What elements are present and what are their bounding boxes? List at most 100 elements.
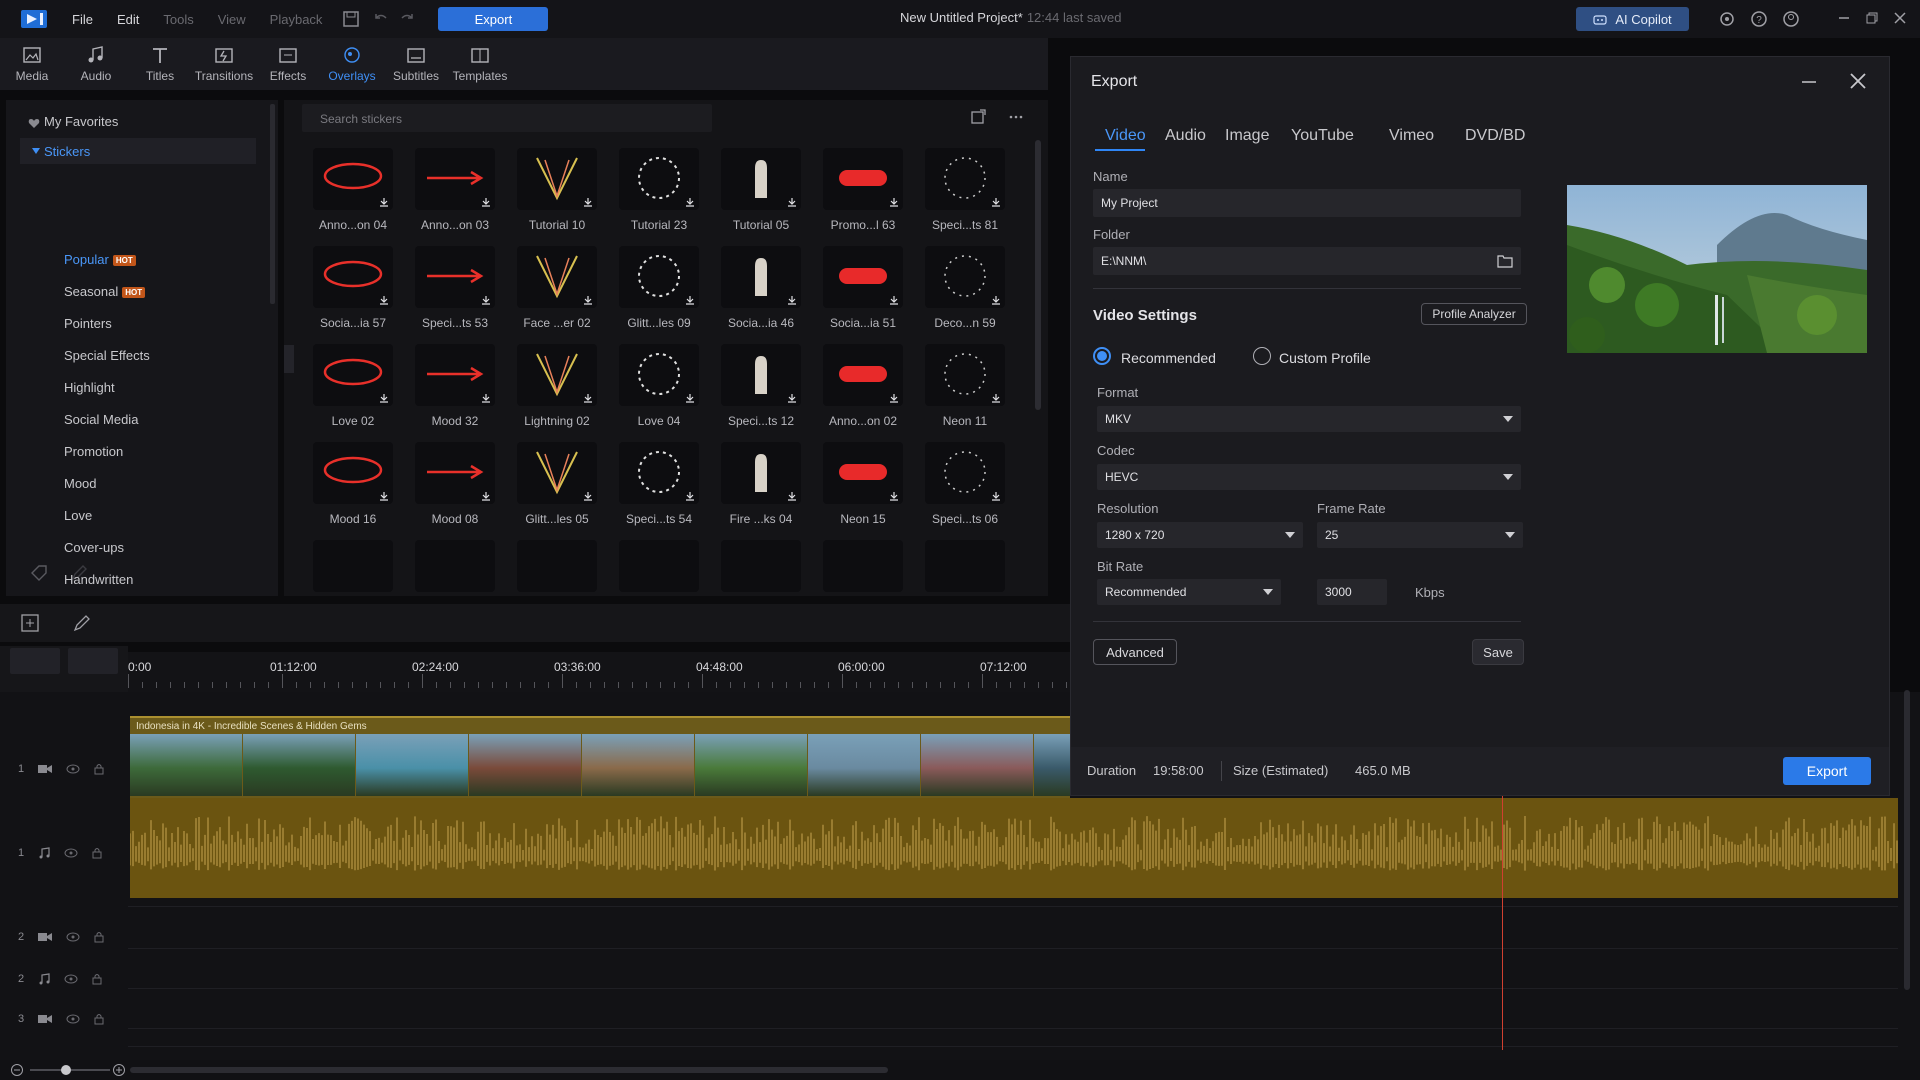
download-icon[interactable]: [481, 295, 491, 305]
tab-youtube[interactable]: YouTube: [1291, 127, 1354, 145]
playhead[interactable]: [1502, 796, 1503, 1050]
timeline-ruler[interactable]: 0:00 01:12:00 02:24:00 03:36:00 04:48:00 06:0…: [128, 652, 1072, 692]
lock-icon[interactable]: [94, 763, 104, 775]
custom-profile-radio[interactable]: [1253, 347, 1271, 365]
sticker-item[interactable]: Anno...on 03: [410, 148, 500, 244]
download-icon[interactable]: [889, 295, 899, 305]
download-icon[interactable]: [379, 491, 389, 501]
tab-templates[interactable]: Templates: [448, 38, 512, 90]
tab-transitions[interactable]: Transitions: [192, 38, 256, 90]
timeline-vscrollbar[interactable]: [1904, 690, 1910, 990]
import-icon[interactable]: [970, 109, 986, 125]
sidebar-item-mood[interactable]: Mood: [64, 476, 97, 491]
sticker-item[interactable]: Deco...n 59: [920, 246, 1010, 342]
name-input[interactable]: My Project: [1093, 189, 1521, 217]
sidebar-item-popular[interactable]: Popular HOT: [64, 252, 136, 267]
track-header-video[interactable]: 3: [0, 1002, 128, 1036]
lock-icon[interactable]: [94, 1013, 104, 1025]
lock-icon[interactable]: [94, 931, 104, 943]
timeline-hscrollbar[interactable]: [130, 1067, 888, 1073]
gear-icon[interactable]: [1718, 10, 1736, 28]
tab-vimeo[interactable]: Vimeo: [1389, 127, 1434, 145]
collapse-sidebar-handle[interactable]: [284, 345, 294, 373]
sidebar-item-social-media[interactable]: Social Media: [64, 412, 138, 427]
zoom-slider-handle[interactable]: [61, 1065, 71, 1075]
zoom-out-icon[interactable]: [10, 1063, 24, 1077]
download-icon[interactable]: [379, 393, 389, 403]
sticker-item[interactable]: Mood 08: [410, 442, 500, 538]
sticker-item[interactable]: Neon 11: [920, 344, 1010, 440]
close-dialog-icon[interactable]: [1848, 71, 1868, 91]
close-app-icon[interactable]: [1892, 10, 1908, 26]
save-button[interactable]: Save: [1472, 639, 1524, 665]
sticker-item[interactable]: Tutorial 23: [614, 148, 704, 244]
add-tag-icon[interactable]: [30, 564, 48, 582]
download-icon[interactable]: [379, 197, 389, 207]
sticker-item[interactable]: Face ...er 02: [512, 246, 602, 342]
folder-input[interactable]: E:\NNM\: [1093, 247, 1521, 275]
speaker-icon[interactable]: [64, 974, 78, 984]
sticker-item[interactable]: Glitt...les 09: [614, 246, 704, 342]
folder-open-icon[interactable]: [1497, 254, 1513, 268]
menu-file[interactable]: File: [72, 12, 93, 27]
bitrate-input[interactable]: 3000: [1317, 579, 1387, 605]
my-favorites[interactable]: My Favorites: [44, 114, 118, 129]
eye-icon[interactable]: [66, 932, 80, 942]
download-icon[interactable]: [583, 295, 593, 305]
codec-select[interactable]: HEVC: [1097, 464, 1521, 490]
advanced-button[interactable]: Advanced: [1093, 639, 1177, 665]
download-icon[interactable]: [685, 295, 695, 305]
minimize-icon[interactable]: [1836, 10, 1852, 26]
sticker-item[interactable]: Fire ...ks 04: [716, 442, 806, 538]
sidebar-item-promotion[interactable]: Promotion: [64, 444, 123, 459]
sticker-item[interactable]: Anno...on 02: [818, 344, 908, 440]
sticker-item[interactable]: Anno...on 04: [308, 148, 398, 244]
track-header-video[interactable]: 1: [0, 752, 128, 786]
zoom-in-icon[interactable]: [112, 1063, 126, 1077]
tab-subtitles[interactable]: Subtitles: [384, 38, 448, 90]
tab-audio[interactable]: Audio: [1165, 127, 1206, 145]
download-icon[interactable]: [481, 393, 491, 403]
sticker-item[interactable]: Speci...ts 81: [920, 148, 1010, 244]
sidebar-item-highlight[interactable]: Highlight: [64, 380, 115, 395]
download-icon[interactable]: [787, 197, 797, 207]
more-icon[interactable]: [1008, 109, 1024, 125]
undo-icon[interactable]: [372, 10, 390, 28]
download-icon[interactable]: [991, 295, 1001, 305]
download-icon[interactable]: [991, 393, 1001, 403]
tab-effects[interactable]: Effects: [256, 38, 320, 90]
sidebar-item-handwritten[interactable]: Handwritten: [64, 572, 133, 587]
download-icon[interactable]: [889, 197, 899, 207]
track-header-audio[interactable]: 2: [0, 962, 128, 996]
download-icon[interactable]: [787, 295, 797, 305]
account-icon[interactable]: [1782, 10, 1800, 28]
download-icon[interactable]: [787, 491, 797, 501]
download-icon[interactable]: [889, 491, 899, 501]
sticker-item[interactable]: Promo...l 63: [818, 148, 908, 244]
eye-icon[interactable]: [66, 1014, 80, 1024]
restore-icon[interactable]: [1864, 10, 1880, 26]
redo-icon[interactable]: [398, 10, 416, 28]
sidebar-item-special-effects[interactable]: Special Effects: [64, 348, 150, 363]
tab-image[interactable]: Image: [1225, 127, 1269, 145]
sticker-item[interactable]: Love 02: [308, 344, 398, 440]
audio-clip[interactable]: [130, 798, 1898, 898]
recommended-radio[interactable]: [1093, 347, 1111, 365]
download-icon[interactable]: [991, 197, 1001, 207]
download-icon[interactable]: [991, 491, 1001, 501]
profile-analyzer-button[interactable]: Profile Analyzer: [1421, 303, 1527, 325]
minimize-dialog-icon[interactable]: [1800, 73, 1818, 91]
sticker-item[interactable]: Love 04: [614, 344, 704, 440]
download-icon[interactable]: [685, 393, 695, 403]
sticker-item[interactable]: Neon 15: [818, 442, 908, 538]
sticker-item[interactable]: Mood 32: [410, 344, 500, 440]
menu-edit[interactable]: Edit: [117, 12, 139, 27]
sidebar-scrollbar[interactable]: [270, 104, 275, 304]
triangle-down-icon[interactable]: [32, 147, 40, 155]
search-input[interactable]: Search stickers: [302, 104, 712, 132]
sticker-item[interactable]: Lightning 02: [512, 344, 602, 440]
sticker-item[interactable]: Tutorial 05: [716, 148, 806, 244]
sticker-item[interactable]: Socia...ia 51: [818, 246, 908, 342]
save-icon[interactable]: [342, 10, 360, 28]
sticker-item[interactable]: Speci...ts 12: [716, 344, 806, 440]
